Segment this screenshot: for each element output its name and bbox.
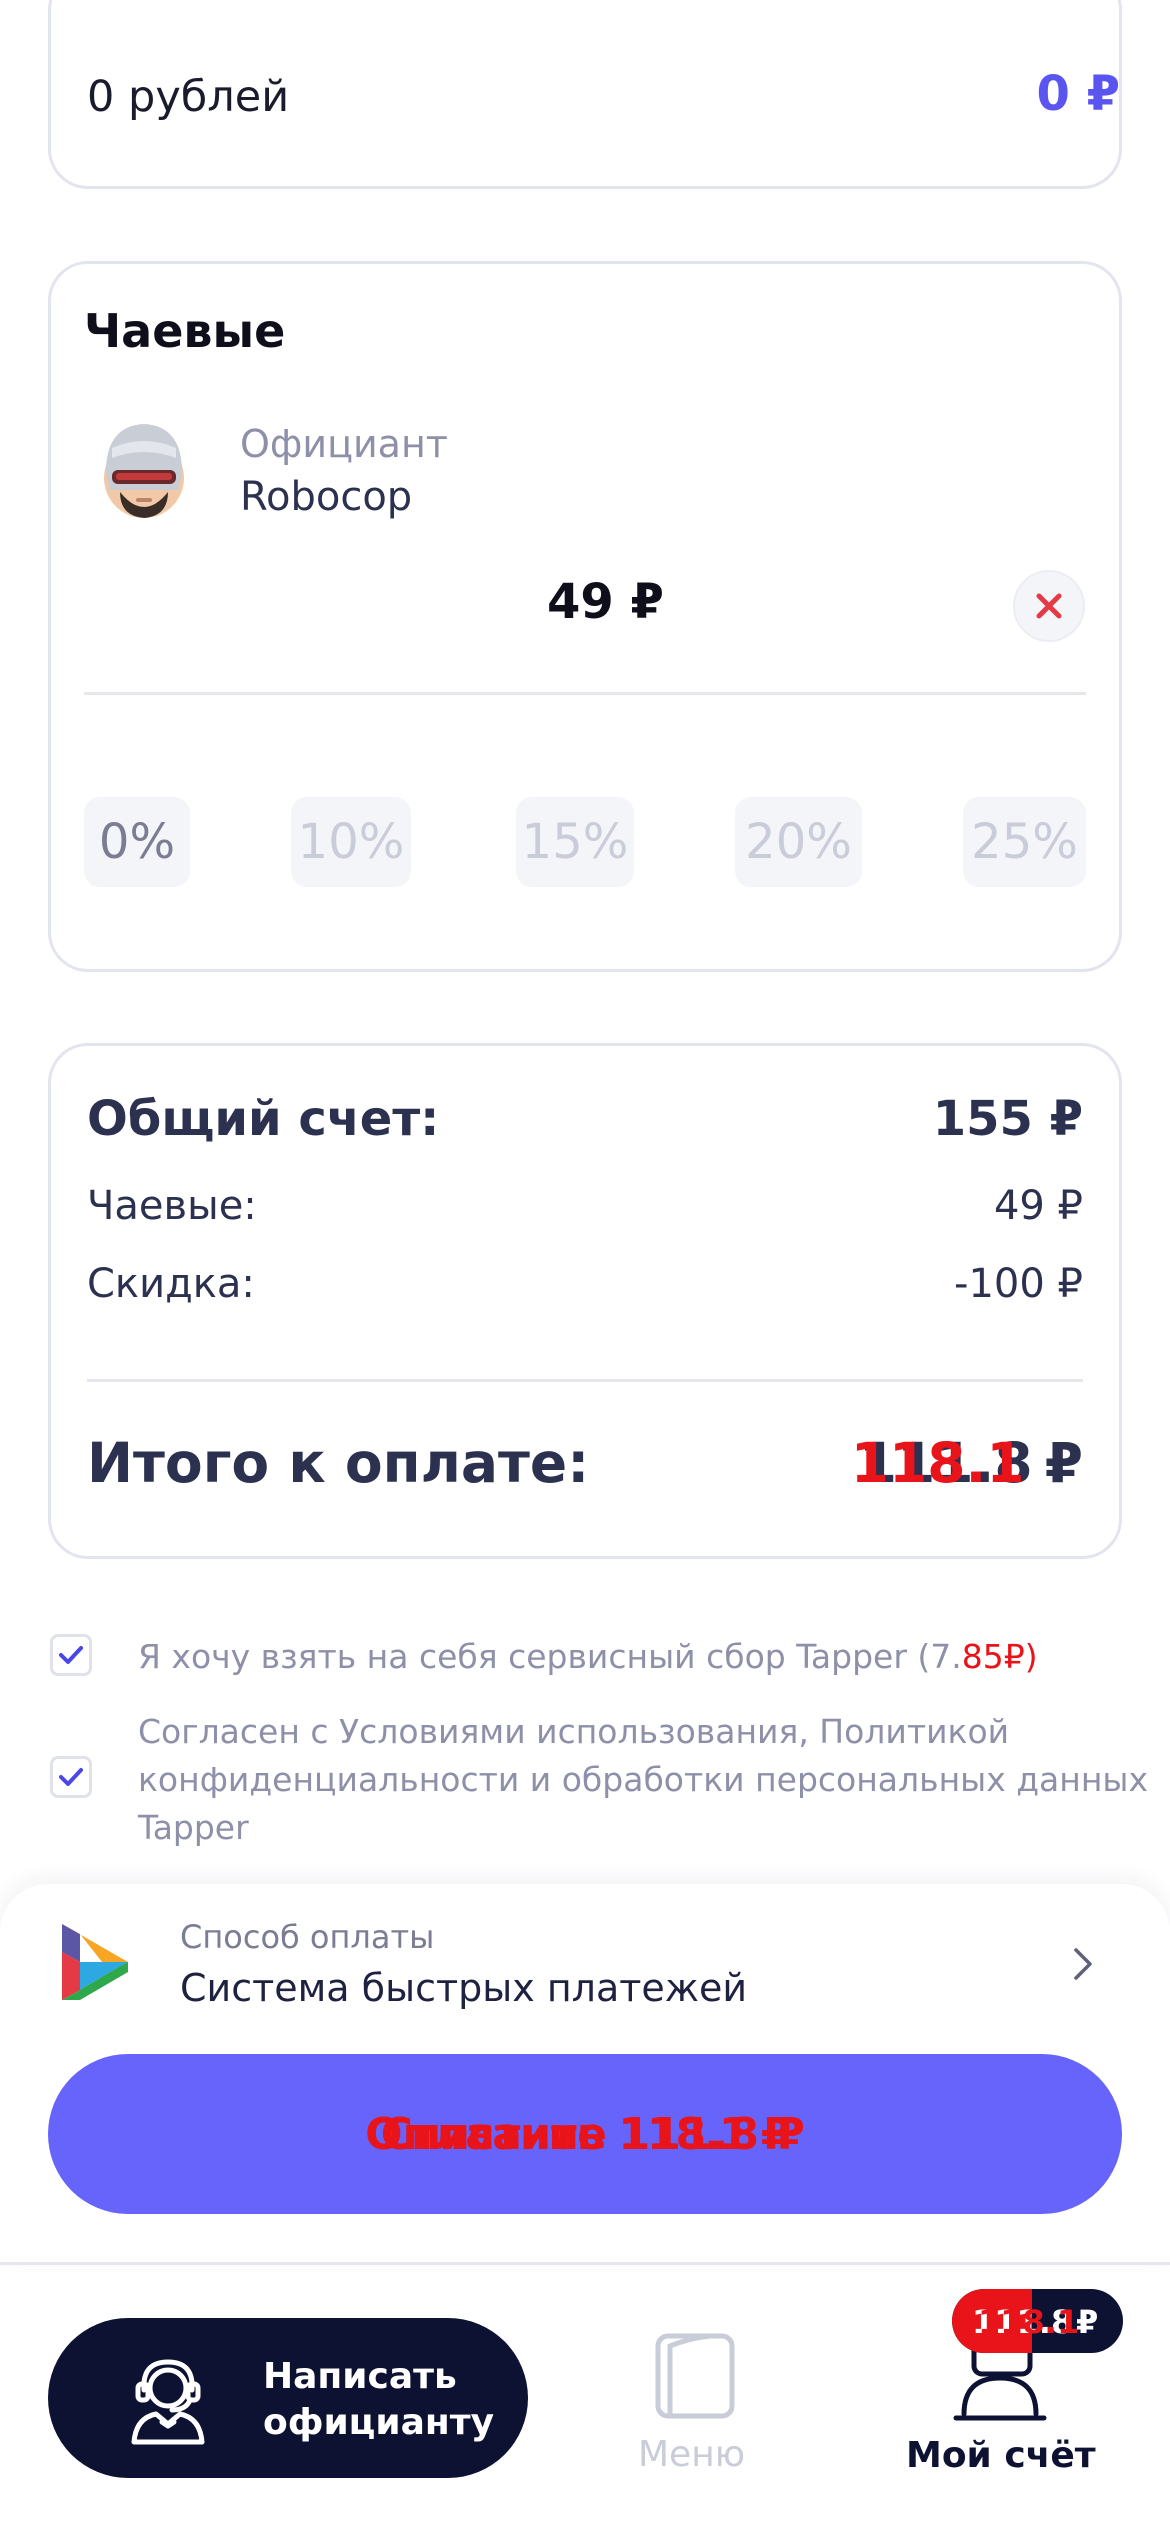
- amount-due-value: 111.8 118.1 ₽: [851, 1431, 1083, 1501]
- bill-badge-value-b: 118.1: [978, 2303, 1080, 2341]
- waiter-support-icon: [120, 2352, 216, 2448]
- total-value: 155 ₽: [932, 1091, 1083, 1147]
- service-fee-checkbox[interactable]: [50, 1634, 92, 1676]
- service-fee-text: Я хочу взять на себя сервисный сбор Tapp…: [138, 1637, 1038, 1676]
- discount-label: 0 рублей: [87, 72, 290, 122]
- tips-title: Чаевые: [84, 304, 286, 358]
- summary-divider: [87, 1379, 1083, 1382]
- chevron-right-icon: [1072, 1946, 1094, 1986]
- tip-amount[interactable]: 49 ₽: [547, 574, 664, 630]
- summary-tips-label: Чаевые:: [87, 1183, 257, 1229]
- amount-due-currency: ₽: [1044, 1431, 1083, 1495]
- tab-menu[interactable]: Меню: [630, 2330, 760, 2480]
- write-waiter-button[interactable]: Написать официанту: [48, 2318, 528, 2478]
- amount-due-label: Итого к оплате:: [87, 1431, 590, 1495]
- total-label: Общий счет:: [87, 1091, 440, 1147]
- pay-button[interactable]: Оплатить 111.8 ₽ Списание 118.1 ₽: [48, 2054, 1122, 2214]
- tip-percent-10[interactable]: 10%: [291, 797, 411, 887]
- summary-discount-label: Скидка:: [87, 1261, 255, 1307]
- waiter-role: Официант: [240, 422, 448, 466]
- waiter-name: Robocop: [240, 474, 413, 520]
- bill-badge: 111.8 118.1 ₽: [952, 2289, 1123, 2353]
- tab-menu-label: Меню: [638, 2434, 746, 2475]
- tip-percent-20[interactable]: 20%: [735, 797, 862, 887]
- bill-badge-currency: ₽: [1076, 2303, 1099, 2341]
- terms-text[interactable]: Согласен с Условиями использования, Поли…: [138, 1708, 1148, 1852]
- amount-due-number-b: 118.1: [850, 1431, 1025, 1495]
- discount-value: 0 ₽: [1036, 66, 1120, 122]
- service-fee-amount-a: 85: [961, 1637, 1004, 1676]
- write-waiter-label: Написать официанту: [263, 2354, 494, 2446]
- terms-line-3: Tapper: [138, 1808, 249, 1847]
- tip-percent-15[interactable]: 15%: [516, 797, 634, 887]
- check-icon: [59, 1768, 83, 1786]
- tab-my-bill-label: Мой счёт: [906, 2435, 1096, 2476]
- terms-line-2: конфиденциальности и обработки персональ…: [138, 1760, 1148, 1799]
- tip-percent-0[interactable]: 0%: [84, 797, 190, 887]
- tip-percent-25[interactable]: 25%: [963, 797, 1086, 887]
- close-icon: [1036, 593, 1062, 619]
- tips-divider: [84, 692, 1086, 695]
- payment-method-name: Система быстрых платежей: [180, 1966, 748, 2010]
- sbp-logo-icon: [58, 1920, 134, 2004]
- write-waiter-line-2: официанту: [263, 2402, 495, 2443]
- payment-method-caption: Способ оплаты: [180, 1918, 435, 1956]
- waiter-avatar: [98, 418, 190, 522]
- write-waiter-line-1: Написать: [263, 2356, 457, 2397]
- summary-tips-value: 49 ₽: [993, 1183, 1083, 1229]
- terms-line-1: Согласен с Условиями использования, Поли…: [138, 1712, 1010, 1751]
- tabbar-divider: [0, 2262, 1170, 2265]
- menu-book-icon: [650, 2330, 740, 2426]
- service-fee-label: Я хочу взять на себя сервисный сбор Tapp…: [138, 1637, 962, 1676]
- summary-discount-value: -100 ₽: [954, 1261, 1083, 1307]
- service-fee-amount-b: ₽): [1003, 1637, 1038, 1676]
- clear-tip-button[interactable]: [1013, 570, 1085, 642]
- check-icon: [59, 1646, 83, 1664]
- payment-method-row[interactable]: Способ оплаты Система быстрых платежей: [0, 1890, 1170, 2040]
- pay-button-label-b: Списание 118.1 ₽: [380, 2108, 792, 2160]
- terms-checkbox[interactable]: [50, 1756, 92, 1798]
